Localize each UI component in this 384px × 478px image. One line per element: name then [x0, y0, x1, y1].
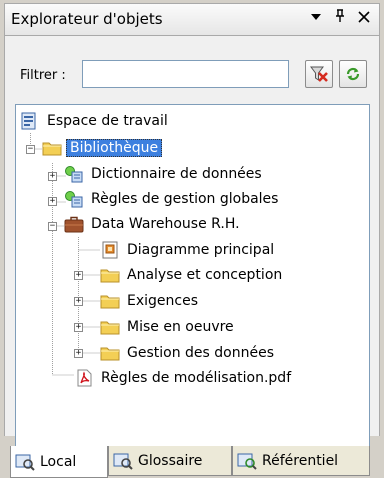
tab-label: Local: [40, 453, 77, 470]
tab-local[interactable]: Local: [10, 446, 108, 478]
bottom-tab-strip: Local Glossaire Référentiel: [4, 446, 380, 478]
chevron-down-icon: [311, 14, 321, 20]
filter-refresh-icon: [346, 67, 360, 81]
tree-node-datamgmt[interactable]: Gestion des données: [100, 341, 277, 365]
object-tree[interactable]: Espace de travail − Bibliothèque + Dicti…: [15, 104, 370, 447]
menu-dropdown-button[interactable]: [307, 9, 325, 29]
tree-node-label: Bibliothèque: [66, 139, 163, 157]
local-workspace-icon: [15, 454, 35, 471]
expand-toggle-analysis[interactable]: +: [74, 271, 83, 280]
folder-icon: [100, 321, 120, 335]
collapse-toggle-library[interactable]: −: [26, 145, 35, 154]
tab-referentiel[interactable]: Référentiel: [232, 446, 370, 476]
tree-node-label: Mise en oeuvre: [127, 319, 234, 335]
apply-filter-button[interactable]: [339, 60, 367, 88]
pin-icon: [336, 9, 344, 22]
pdf-file-icon: [77, 369, 92, 387]
tree-node-workspace[interactable]: Espace de travail: [20, 109, 171, 133]
tree-node-label: Diagramme principal: [127, 242, 275, 258]
panel-title: Explorateur d'objets: [11, 10, 163, 28]
tree-node-dictionary[interactable]: Dictionnaire de données: [64, 162, 265, 186]
tree-node-requirements[interactable]: Exigences: [100, 289, 201, 313]
folder-icon: [42, 142, 62, 156]
project-briefcase-icon: [64, 216, 84, 233]
tree-node-label: Exigences: [127, 293, 198, 309]
collapse-toggle-warehouse[interactable]: −: [48, 222, 57, 231]
tree-node-warehouse[interactable]: Data Warehouse R.H.: [64, 212, 243, 236]
glossary-icon: [113, 453, 133, 470]
tree-node-label: Data Warehouse R.H.: [91, 216, 240, 232]
tree-node-library[interactable]: Bibliothèque: [42, 136, 163, 160]
expand-toggle-rules[interactable]: +: [48, 197, 57, 206]
filter-input[interactable]: [82, 60, 289, 88]
tree-node-rules[interactable]: Règles de gestion globales: [64, 187, 281, 211]
tab-label: Référentiel: [262, 452, 339, 469]
filter-label: Filtrer :: [20, 68, 66, 83]
expand-toggle-datamgmt[interactable]: +: [74, 349, 83, 358]
expand-toggle-implementation[interactable]: +: [74, 323, 83, 332]
folder-icon: [100, 269, 120, 283]
tree-node-analysis[interactable]: Analyse et conception: [100, 263, 285, 287]
close-icon: [358, 11, 370, 23]
tree-node-pdf[interactable]: Règles de modélisation.pdf: [74, 366, 294, 390]
tab-glossaire[interactable]: Glossaire: [108, 446, 232, 476]
tree-node-label: Dictionnaire de données: [91, 166, 262, 182]
data-model-icon: [65, 166, 83, 183]
filter-clear-icon: [310, 66, 328, 82]
tree-node-label: Espace de travail: [47, 113, 168, 129]
data-model-icon: [65, 191, 83, 208]
tree-node-label: Analyse et conception: [127, 267, 283, 283]
tree-node-label: Gestion des données: [127, 345, 274, 361]
clear-filter-button[interactable]: [305, 60, 333, 88]
tab-label: Glossaire: [138, 452, 203, 469]
tree-node-implementation[interactable]: Mise en oeuvre: [100, 315, 237, 339]
panel-titlebar: Explorateur d'objets: [4, 3, 380, 36]
tree-node-diagram[interactable]: Diagramme principal: [100, 238, 277, 262]
tree-node-label: Règles de modélisation.pdf: [101, 370, 292, 386]
repository-icon: [237, 453, 257, 470]
tree-node-label: Règles de gestion globales: [91, 191, 279, 207]
pin-button[interactable]: [331, 9, 349, 29]
folder-icon: [100, 295, 120, 309]
expand-toggle-requirements[interactable]: +: [74, 297, 83, 306]
diagram-icon: [102, 241, 118, 259]
close-button[interactable]: [355, 9, 373, 29]
expand-toggle-dictionary[interactable]: +: [48, 172, 57, 181]
object-explorer-panel: Filtrer : Espace de travail − Bibliothèq…: [4, 36, 380, 447]
folder-icon: [100, 347, 120, 361]
workspace-icon: [21, 112, 36, 130]
